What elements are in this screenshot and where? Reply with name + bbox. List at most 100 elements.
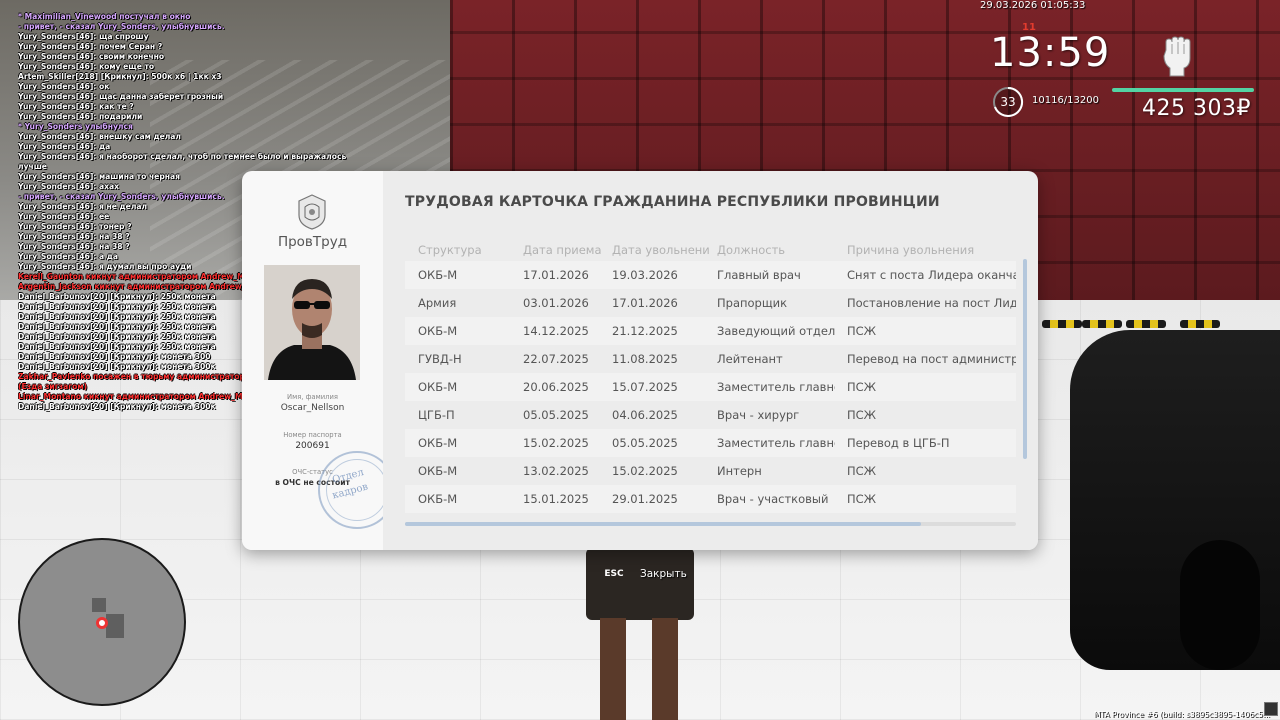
chat-line: Yury_Sonders[46]: подарили xyxy=(18,112,143,121)
cell-structure: ОКБ-М xyxy=(418,436,458,450)
emblem-icon xyxy=(298,194,326,230)
cell-reason: Перевод в ЦГБ-П xyxy=(847,436,950,450)
cell-position: Заместитель главного врача xyxy=(717,380,835,394)
cell-reason: ПСЖ xyxy=(847,324,877,338)
hazard-stripe xyxy=(1126,320,1166,328)
fist-icon xyxy=(1163,36,1191,77)
cell-position: Прапорщик xyxy=(717,296,788,310)
screenshot-icon xyxy=(1264,702,1278,716)
table-row[interactable]: ОКБ-М 20.06.2025 15.07.2025 Заместитель гла… xyxy=(405,373,1016,401)
cell-reason: ПСЖ xyxy=(847,380,877,394)
datetime-display: 29.03.2026 01:05:33 xyxy=(980,0,1086,11)
close-label[interactable]: Закрыть xyxy=(640,568,687,580)
table-row[interactable]: ОКБ-М 15.01.2025 29.01.2025 Врач - участков… xyxy=(405,485,1016,513)
cell-reason: Перевод на пост администратора xyxy=(847,352,1016,366)
column-header-dismissal-reason: Причина увольнения xyxy=(847,243,975,257)
cell-dismissal-date: 15.07.2025 xyxy=(612,380,678,394)
avatar xyxy=(264,265,360,380)
passport-number: 200691 xyxy=(295,441,330,451)
employment-table[interactable]: Структура Дата приема Дата увольнени Дол… xyxy=(405,237,1016,513)
table-row[interactable]: ОКБ-М 14.12.2025 21.12.2025 Заведующий отде… xyxy=(405,317,1016,345)
cell-dismissal-date: 17.01.2026 xyxy=(612,296,678,310)
car-wheel xyxy=(1180,540,1260,670)
money-display: 425 303₽ xyxy=(1142,96,1251,121)
table-row[interactable]: ОКБ-М 13.02.2025 15.02.2025 Интерн ПСЖ xyxy=(405,457,1016,485)
health-bar xyxy=(1112,88,1254,92)
chat-line: Yury_Sonders[46]: кому еще то xyxy=(18,62,155,71)
cell-structure: ОКБ-М xyxy=(418,492,458,506)
chat-line: * Yury_Sonders улыбнулся xyxy=(18,122,133,131)
cell-structure: ОКБ-М xyxy=(418,268,458,282)
cell-structure: ОКБ-М xyxy=(418,464,458,478)
minimap xyxy=(18,538,186,706)
table-row[interactable]: Армия 03.01.2026 17.01.2026 Прапорщик Постан… xyxy=(405,289,1016,317)
table-row[interactable]: ОКБ-М 17.01.2026 19.03.2026 Главный врач Сня… xyxy=(405,261,1016,289)
player-marker-icon xyxy=(96,617,108,629)
map-building xyxy=(106,614,124,638)
cell-hire-date: 15.01.2025 xyxy=(523,492,589,506)
cell-hire-date: 05.05.2025 xyxy=(523,408,589,422)
citizen-name: Oscar_Nellson xyxy=(280,403,345,413)
cell-reason: ПСЖ xyxy=(847,492,877,506)
game-clock: 13:59 xyxy=(990,30,1111,76)
chat-line: * Maximilian_Vinewood постучал в окно xyxy=(18,12,191,21)
cell-dismissal-date: 11.08.2025 xyxy=(612,352,678,366)
cell-hire-date: 22.07.2025 xyxy=(523,352,589,366)
cell-dismissal-date: 29.01.2025 xyxy=(612,492,678,506)
cell-structure: ЦГБ-П xyxy=(418,408,455,422)
cell-position: Интерн xyxy=(717,464,762,478)
cell-position: Заместитель главного врача xyxy=(717,436,835,450)
cell-dismissal-date: 15.02.2025 xyxy=(612,464,678,478)
chat-line: Artem_Skiller[218] [Крикнул]: 500к х6 | … xyxy=(18,72,222,81)
chat-line: Yury_Sonders[46]: щас данна заберет гроз… xyxy=(18,92,224,101)
chat-line: Yury_Sonders[46]: я наоборот сделал, что… xyxy=(18,152,348,161)
card-profile-panel: ПровТруд Имя, фамилия Oscar_Nellson Номе… xyxy=(242,171,396,550)
build-info: MTA Province #6 (build: s3895c3895-1406c… xyxy=(1094,710,1271,719)
table-row[interactable]: ГУВД-Н 22.07.2025 11.08.2025 Лейтенант Перев… xyxy=(405,345,1016,373)
cell-dismissal-date: 19.03.2026 xyxy=(612,268,678,282)
player-shorts xyxy=(586,548,694,620)
chat-line: Yury_Sonders[46]: своим конечно xyxy=(18,52,165,61)
cell-position: Лейтенант xyxy=(717,352,783,366)
chat-line: Yury_Sonders[46]: ща спрошу xyxy=(18,32,149,41)
hazard-stripe xyxy=(1082,320,1122,328)
cell-dismissal-date: 21.12.2025 xyxy=(612,324,678,338)
cell-reason: Снят с поста Лидера оканчательно xyxy=(847,268,1016,282)
column-header-dismissal-date: Дата увольнени xyxy=(612,243,710,257)
citizen-photo xyxy=(264,265,360,380)
column-header-hire-date: Дата приема xyxy=(523,243,602,257)
cell-reason: ПСЖ xyxy=(847,408,877,422)
hazard-stripe xyxy=(1042,320,1082,328)
card-title: ТРУДОВАЯ КАРТОЧКА ГРАЖДАНИНА РЕСПУБЛИКИ … xyxy=(405,194,940,210)
cell-position: Врач - участковый xyxy=(717,492,829,506)
vertical-scrollbar[interactable] xyxy=(1023,259,1027,459)
map-building xyxy=(92,598,106,612)
cell-dismissal-date: 04.06.2025 xyxy=(612,408,678,422)
cell-hire-date: 03.01.2026 xyxy=(523,296,589,310)
cell-reason: Постановление на пост Лидера xyxy=(847,296,1016,310)
chat-line: Yury_Sonders[46]: ок xyxy=(18,82,110,91)
cell-structure: ГУВД-Н xyxy=(418,352,462,366)
cell-position: Врач - хирург xyxy=(717,408,800,422)
cell-hire-date: 13.02.2025 xyxy=(523,464,589,478)
experience-counter: 10116/13200 xyxy=(1032,95,1099,106)
employment-card-dialog: ПровТруд Имя, фамилия Oscar_Nellson Номе… xyxy=(242,171,1038,550)
player-leg xyxy=(600,618,626,720)
table-row[interactable]: ОКБ-М 15.02.2025 05.05.2025 Заместитель гла… xyxy=(405,429,1016,457)
column-header-position: Должность xyxy=(717,243,786,257)
cell-structure: ОКБ-М xyxy=(418,324,458,338)
cell-hire-date: 17.01.2026 xyxy=(523,268,589,282)
organization-name: ПровТруд xyxy=(277,234,348,250)
horizontal-scrollbar[interactable] xyxy=(405,522,921,526)
player-level: 33 xyxy=(1000,95,1016,109)
cell-hire-date: 20.06.2025 xyxy=(523,380,589,394)
cell-structure: ОКБ-М xyxy=(418,380,458,394)
table-row[interactable]: ЦГБ-П 05.05.2025 04.06.2025 Врач - хирург ПС… xyxy=(405,401,1016,429)
cell-structure: Армия xyxy=(418,296,457,310)
name-label: Имя, фамилия xyxy=(287,393,338,401)
esc-key-hint[interactable]: ESC xyxy=(601,566,627,583)
cell-position: Главный врач xyxy=(717,268,801,282)
cell-hire-date: 15.02.2025 xyxy=(523,436,589,450)
chat-line: Yury_Sonders[46]: почем Серан ? xyxy=(18,42,163,51)
player-leg xyxy=(652,618,678,720)
